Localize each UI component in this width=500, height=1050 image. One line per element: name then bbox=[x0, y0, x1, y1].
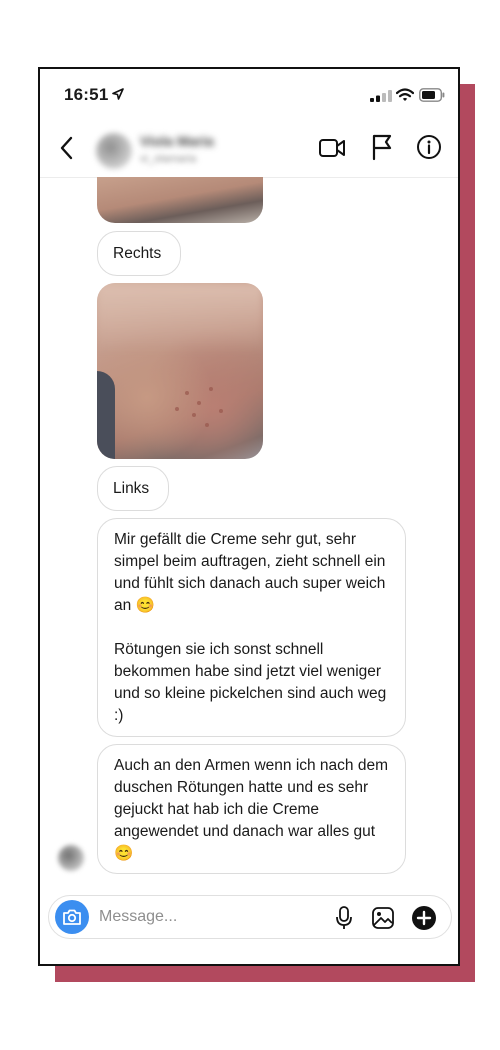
message-bubble-rechts[interactable]: Rechts bbox=[97, 231, 181, 276]
info-icon[interactable] bbox=[416, 134, 442, 160]
battery-icon bbox=[419, 88, 445, 102]
location-arrow-icon bbox=[112, 88, 124, 100]
sender-avatar[interactable] bbox=[58, 845, 84, 871]
status-time: 16:51 bbox=[64, 85, 109, 104]
gallery-icon[interactable] bbox=[371, 906, 395, 930]
message-text: Links bbox=[113, 480, 150, 497]
message-bubble-links[interactable]: Links bbox=[97, 466, 169, 511]
photo-spot bbox=[175, 407, 179, 411]
photo-hair bbox=[97, 371, 115, 459]
chat-header: Viola Maria vi_olamaria bbox=[40, 121, 458, 178]
photo-spot bbox=[205, 423, 209, 427]
video-call-icon[interactable] bbox=[318, 135, 346, 161]
photo-spot bbox=[192, 413, 196, 417]
contact-username: vi_olamaria bbox=[140, 153, 197, 165]
flag-icon[interactable] bbox=[370, 133, 394, 161]
status-bar: 16:51 bbox=[40, 69, 458, 121]
photo-spot bbox=[197, 401, 201, 405]
camera-button[interactable] bbox=[55, 900, 89, 934]
microphone-icon[interactable] bbox=[335, 905, 353, 931]
photo-spot bbox=[209, 387, 213, 391]
message-bubble-review[interactable]: Mir gefällt die Creme sehr gut, sehr sim… bbox=[97, 518, 406, 737]
back-chevron-icon[interactable] bbox=[58, 135, 76, 161]
message-text: Rechts bbox=[113, 245, 162, 262]
signal-icon bbox=[370, 90, 392, 102]
contact-avatar[interactable] bbox=[96, 133, 132, 169]
message-composer bbox=[48, 895, 452, 939]
camera-icon bbox=[63, 909, 81, 925]
message-bubble-arms[interactable]: Auch an den Armen wenn ich nach dem dusc… bbox=[97, 744, 406, 874]
photo-blur-overlay bbox=[97, 283, 263, 353]
contact-name[interactable]: Viola Maria bbox=[140, 133, 214, 149]
shared-photo-top[interactable] bbox=[97, 177, 263, 223]
photo-spot bbox=[219, 409, 223, 413]
shared-photo-face[interactable] bbox=[97, 283, 263, 459]
phone-screen: 16:51 Viola Maria vi_olamaria Rechts Lin… bbox=[38, 67, 460, 966]
message-input[interactable] bbox=[99, 905, 319, 929]
photo-spot bbox=[185, 391, 189, 395]
plus-icon[interactable] bbox=[411, 905, 437, 931]
wifi-icon bbox=[396, 88, 414, 101]
